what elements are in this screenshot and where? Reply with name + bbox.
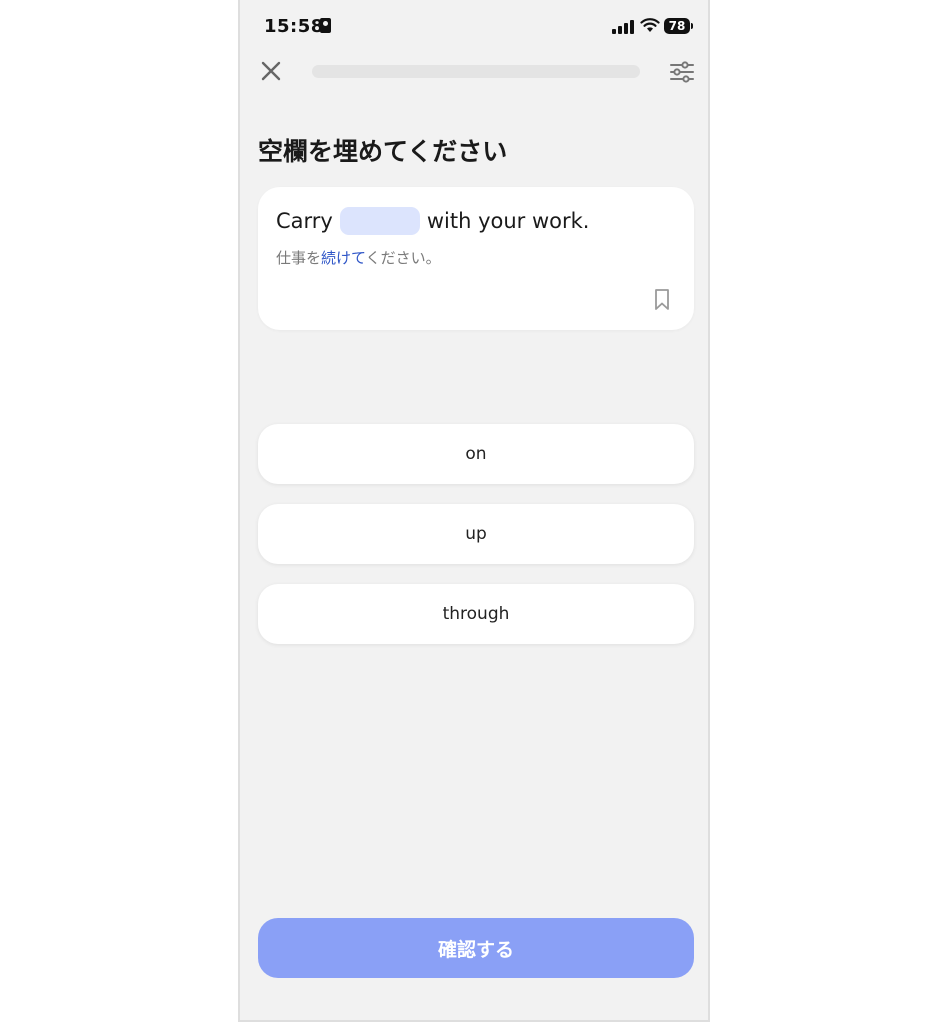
question-sentence: Carry with your work. — [276, 207, 589, 235]
signal-icon — [612, 20, 634, 34]
translation: 仕事を続けてください。 — [276, 247, 441, 268]
sliders-icon[interactable] — [668, 58, 696, 86]
battery-tip — [691, 23, 693, 29]
option-button[interactable]: up — [258, 504, 694, 564]
answer-blank[interactable] — [339, 207, 420, 235]
option-button[interactable]: on — [258, 424, 694, 484]
confirm-button[interactable]: 確認する — [258, 918, 694, 978]
bookmark-icon[interactable] — [652, 287, 672, 313]
sentence-after: with your work. — [426, 209, 590, 233]
battery-level: 78 — [664, 18, 690, 34]
phone-screen: 15:58 78 空欄を埋めてください Carry with your work… — [238, 0, 710, 1022]
progress-bar — [312, 65, 640, 78]
translation-after: ください。 — [365, 249, 441, 267]
orientation-lock-icon — [320, 18, 331, 33]
translation-before: 仕事を — [276, 249, 322, 267]
translation-highlight: 続けて — [321, 249, 366, 267]
sentence-before: Carry — [276, 209, 333, 233]
status-time: 15:58 — [264, 16, 324, 37]
close-icon[interactable] — [258, 58, 284, 84]
wifi-icon — [640, 18, 660, 32]
option-button[interactable]: through — [258, 584, 694, 644]
page-title: 空欄を埋めてください — [258, 137, 508, 166]
question-card: Carry with your work. 仕事を続けてください。 — [258, 187, 694, 330]
